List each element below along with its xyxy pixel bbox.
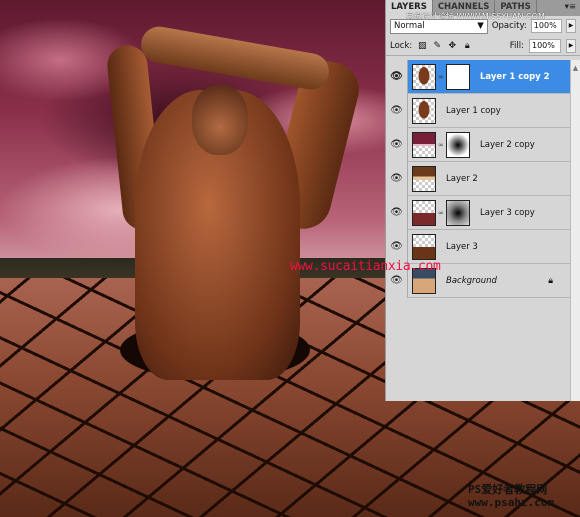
fill-label: Fill:	[509, 40, 524, 51]
panel-menu-icon[interactable]: ▾≡	[565, 2, 576, 12]
eye-icon[interactable]: 👁︎	[386, 161, 408, 196]
lock-icon: 🔒︎	[548, 275, 553, 286]
layer-mask-thumbnail[interactable]	[446, 199, 470, 226]
fill-slider-button[interactable]: ▶	[566, 38, 576, 53]
panel-tabs: LAYERS CHANNELS PATHS ▾≡ 思缘设计论坛 WWW.MISS…	[386, 0, 580, 21]
layer-row[interactable]: 👁︎ ∞ Layer 3 copy	[386, 195, 571, 230]
layer-name: Layer 2	[446, 173, 478, 184]
layer-row[interactable]: 👁︎ Layer 2	[386, 161, 571, 196]
eye-icon[interactable]: 👁︎	[386, 59, 408, 94]
link-icon[interactable]: ∞	[438, 73, 444, 81]
opacity-label: Opacity:	[491, 21, 527, 31]
link-icon[interactable]: ∞	[438, 209, 444, 217]
layer-name: Layer 2 copy	[480, 139, 535, 150]
opacity-slider-button[interactable]: ▶	[566, 19, 576, 33]
eye-icon[interactable]: 👁︎	[386, 127, 408, 162]
layer-name: Layer 3	[446, 241, 478, 252]
layer-name: Layer 1 copy	[446, 105, 501, 116]
layer-name: Background	[446, 275, 497, 286]
chevron-down-icon: ▼	[477, 20, 484, 31]
layer-thumbnail	[412, 233, 436, 260]
site-credit: PS爱好者教程网 www.psahz.com	[468, 483, 554, 509]
layer-thumbnail	[412, 131, 436, 158]
lock-brush-icon[interactable]: ✎	[432, 41, 442, 51]
layer-thumbnail	[412, 63, 436, 90]
eye-icon[interactable]: 👁︎	[386, 195, 408, 230]
layer-mask-thumbnail[interactable]	[446, 63, 470, 90]
fill-input[interactable]: 100%	[529, 38, 561, 53]
lock-move-icon[interactable]: ✥	[447, 41, 457, 51]
layer-name: Layer 3 copy	[480, 207, 535, 218]
layer-thumbnail	[412, 199, 436, 226]
layer-thumbnail	[412, 165, 436, 192]
credit-line-2: www.psahz.com	[468, 496, 555, 509]
link-icon[interactable]: ∞	[438, 141, 444, 149]
eye-icon[interactable]: 👁︎	[386, 93, 408, 128]
layer-row[interactable]: 👁︎ ∞ Layer 1 copy 2	[386, 59, 571, 94]
layer-row[interactable]: 👁︎ Layer 1 copy	[386, 93, 571, 128]
blend-mode-value: Normal	[394, 20, 425, 31]
lock-all-icon[interactable]: 🔒︎	[462, 41, 472, 51]
layer-name: Layer 1 copy 2	[480, 71, 550, 82]
lock-label: Lock:	[390, 40, 413, 51]
layers-scrollbar[interactable]: ▲	[570, 60, 580, 401]
lock-transparency-icon[interactable]: ▨	[417, 41, 427, 51]
blend-mode-select[interactable]: Normal ▼	[390, 18, 488, 34]
image-watermark: www.sucaitianxia.com	[290, 259, 441, 274]
credit-line-1: PS爱好者教程网	[468, 483, 548, 496]
layers-panel: LAYERS CHANNELS PATHS ▾≡ 思缘设计论坛 WWW.MISS…	[385, 0, 580, 401]
layer-thumbnail	[412, 97, 436, 124]
layer-mask-thumbnail[interactable]	[446, 131, 470, 158]
man-head	[192, 85, 248, 155]
layer-row[interactable]: 👁︎ ∞ Layer 2 copy	[386, 127, 571, 162]
scroll-up-icon[interactable]: ▲	[571, 60, 580, 72]
